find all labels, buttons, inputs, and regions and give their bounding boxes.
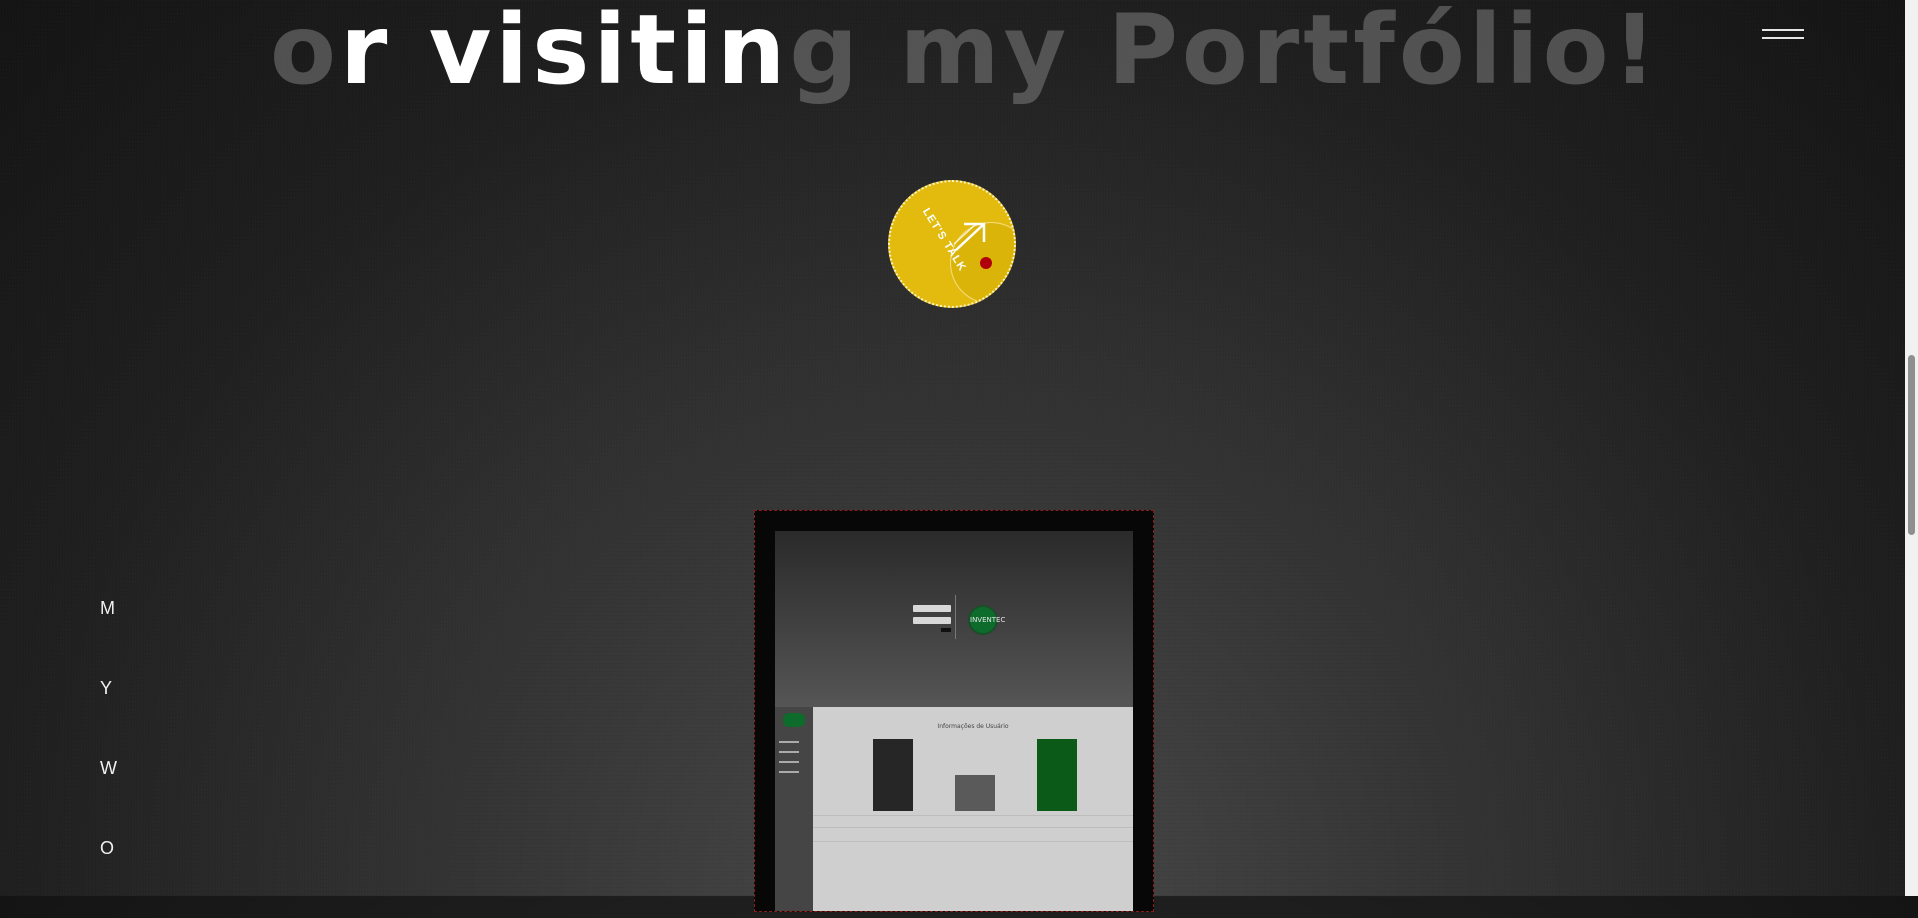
chart-divider — [813, 815, 1133, 816]
sidebar-item — [779, 741, 799, 743]
hamburger-menu-icon[interactable] — [1762, 26, 1804, 42]
chart-bar — [873, 739, 913, 811]
page-headline: or visiting my Portfólio! — [270, 0, 1660, 113]
headline-highlighted-text: r visitin — [339, 0, 790, 106]
lets-talk-button[interactable]: LET'S TALK — [888, 180, 1016, 308]
login-password-field — [913, 617, 951, 624]
login-username-field — [913, 605, 951, 612]
chart-bar — [955, 775, 995, 811]
side-letter-nav: M Y W O — [100, 598, 117, 918]
login-screen-preview: INVENTEC — [775, 531, 1133, 707]
page-scrollbar[interactable] — [1905, 0, 1918, 896]
inventec-logo: INVENTEC — [968, 605, 1005, 635]
dashboard-chart: Informações de Usuário — [813, 707, 1133, 911]
chart-divider — [813, 841, 1133, 842]
scrollbar-thumb[interactable] — [1908, 355, 1915, 535]
sidebar-item — [779, 771, 799, 773]
sidebar-item — [779, 761, 799, 763]
dashboard-preview: Informações de Usuário — [775, 707, 1133, 911]
project-preview-card[interactable]: INVENTEC Informações de Usuário — [754, 510, 1154, 912]
dashboard-sidebar — [775, 707, 813, 911]
chart-bar — [1037, 739, 1077, 811]
chart-divider — [813, 827, 1133, 828]
side-letter: Y — [100, 678, 113, 698]
sidebar-logo — [783, 713, 805, 727]
headline-faded-start: o — [270, 0, 340, 106]
cursor-dot — [980, 257, 992, 269]
dashboard-title: Informações de Usuário — [937, 723, 1009, 730]
login-divider — [955, 595, 956, 639]
project-screenshot: INVENTEC Informações de Usuário — [775, 531, 1133, 911]
sidebar-item — [779, 751, 799, 753]
headline-faded-end: g my Portfólio! — [789, 0, 1661, 106]
side-letter: W — [100, 758, 117, 778]
login-button — [941, 628, 951, 632]
arrow-up-right-icon — [953, 222, 986, 251]
side-letter: M — [100, 598, 115, 618]
side-letter: O — [100, 838, 115, 858]
